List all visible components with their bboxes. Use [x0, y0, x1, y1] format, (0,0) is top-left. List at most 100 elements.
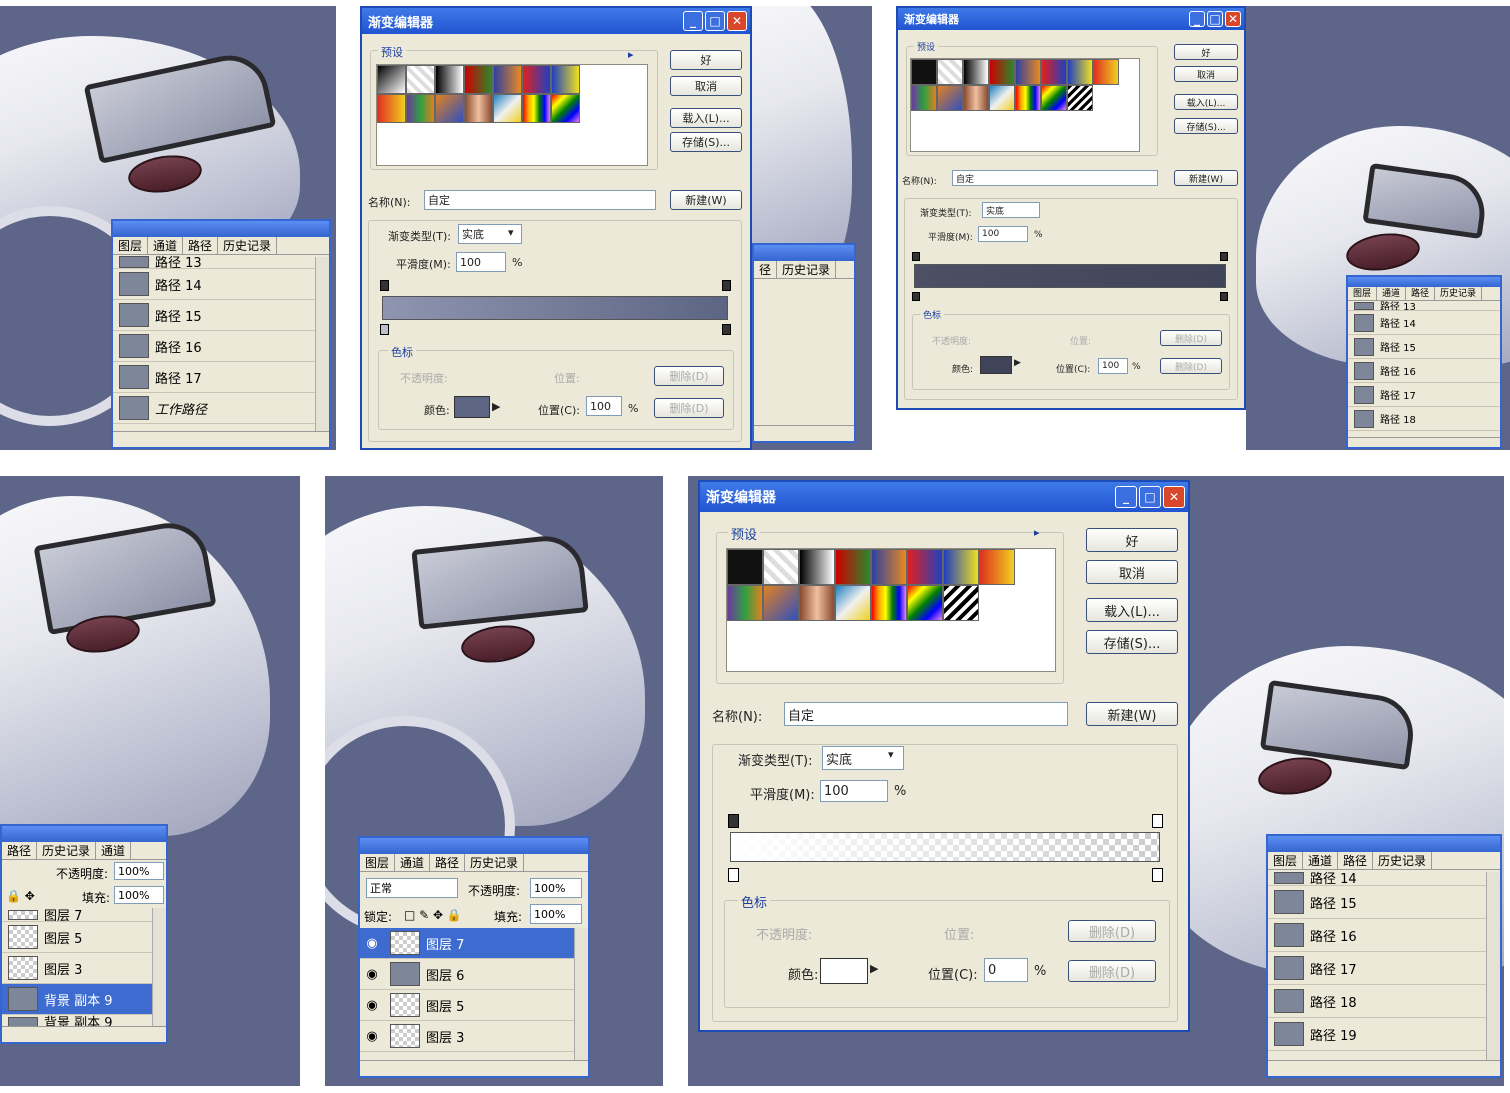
fill-input[interactable]: 100%	[114, 886, 164, 904]
layer-row[interactable]: ◉ 图层 3	[360, 1021, 576, 1052]
new-button[interactable]: 新建(W)	[1174, 170, 1238, 186]
new-button[interactable]: 新建(W)	[1086, 702, 1178, 726]
ok-button[interactable]: 好	[1174, 44, 1238, 60]
color-stop[interactable]	[722, 324, 731, 335]
triangle-right-icon[interactable]: ▶	[870, 962, 878, 975]
swatch[interactable]	[522, 94, 551, 123]
preset-menu-icon[interactable]: ▸	[628, 48, 634, 61]
color-stop[interactable]	[380, 324, 389, 335]
swatch[interactable]	[871, 585, 907, 621]
layer-row-selected[interactable]: 背景 副本 9	[2, 984, 156, 1015]
maximize-icon[interactable]: □	[705, 11, 725, 31]
load-button[interactable]: 载入(L)...	[1174, 94, 1238, 110]
close-icon[interactable]: ✕	[1225, 11, 1241, 27]
swatch[interactable]	[464, 94, 493, 123]
close-icon[interactable]: ✕	[727, 11, 747, 31]
new-button[interactable]: 新建(W)	[670, 190, 742, 210]
list-item[interactable]: 路径 15	[1268, 886, 1500, 919]
tab-history[interactable]: 历史记录	[218, 237, 278, 254]
scrollbar[interactable]	[315, 257, 329, 431]
swatch[interactable]	[377, 65, 406, 94]
name-input[interactable]: 自定	[784, 702, 1068, 726]
blend-mode-select[interactable]: 正常	[366, 878, 458, 898]
list-item[interactable]: 路径 13	[1348, 301, 1500, 311]
scrollbar[interactable]	[574, 928, 588, 1060]
maximize-icon[interactable]: □	[1139, 486, 1161, 508]
color-swatch[interactable]	[820, 958, 868, 984]
cancel-button[interactable]: 取消	[1174, 66, 1238, 82]
tab-paths[interactable]: 路径	[183, 237, 219, 254]
swatch[interactable]	[406, 65, 435, 94]
list-item[interactable]: 工作路径	[113, 393, 329, 424]
eye-icon[interactable]: ◉	[360, 998, 384, 1013]
list-item[interactable]: 路径 17	[1348, 383, 1500, 407]
layer-row[interactable]: 图层 3	[2, 953, 156, 984]
swatch[interactable]	[406, 94, 435, 123]
lock-icons[interactable]: □ ✎ ✥ 🔒	[404, 908, 462, 922]
position-input[interactable]: 0	[984, 958, 1028, 982]
list-item[interactable]: 路径 16	[113, 331, 329, 362]
swatch[interactable]	[907, 549, 943, 585]
opacity-stop[interactable]	[728, 814, 739, 828]
eye-icon[interactable]: ◉	[360, 967, 384, 982]
list-item[interactable]: 路径 18	[1348, 407, 1500, 431]
color-swatch[interactable]	[454, 396, 490, 418]
maximize-icon[interactable]: □	[1207, 11, 1223, 27]
swatch[interactable]	[835, 549, 871, 585]
swatch[interactable]	[727, 549, 763, 585]
list-item[interactable]: 路径 17	[1268, 952, 1500, 985]
load-button[interactable]: 载入(L)...	[670, 108, 742, 128]
minimize-icon[interactable]: _	[1189, 11, 1205, 27]
swatch[interactable]	[435, 94, 464, 123]
list-item[interactable]: 路径 15	[113, 300, 329, 331]
position-input[interactable]: 100	[586, 396, 622, 416]
chevron-down-icon[interactable]: ▾	[888, 748, 894, 761]
save-button[interactable]: 存储(S)...	[1174, 118, 1238, 134]
cancel-button[interactable]: 取消	[670, 76, 742, 96]
list-item[interactable]: 路径 14	[113, 269, 329, 300]
color-stop[interactable]	[1152, 868, 1163, 882]
opacity-input[interactable]: 100%	[530, 878, 582, 898]
color-swatch[interactable]	[980, 356, 1012, 374]
gradient-bar[interactable]	[382, 296, 728, 320]
list-item[interactable]: 路径 16	[1268, 919, 1500, 952]
triangle-right-icon[interactable]: ▶	[492, 400, 500, 413]
swatch[interactable]	[377, 94, 406, 123]
list-item[interactable]: 路径 15	[1348, 335, 1500, 359]
preset-swatches[interactable]	[726, 548, 1056, 672]
layer-row[interactable]: 图层 7	[2, 908, 156, 922]
opacity-stop[interactable]	[722, 280, 731, 291]
delete-button[interactable]: 删除(D)	[1068, 960, 1156, 982]
position-input[interactable]: 100	[1098, 358, 1128, 374]
smooth-input[interactable]: 100	[456, 252, 506, 272]
swatch[interactable]	[464, 65, 493, 94]
swatch[interactable]	[493, 65, 522, 94]
eye-icon[interactable]: ◉	[360, 936, 384, 951]
type-select[interactable]: 实底	[982, 202, 1040, 218]
smooth-input[interactable]: 100	[820, 780, 888, 802]
swatch[interactable]	[727, 585, 763, 621]
tab-channels[interactable]: 通道	[148, 237, 184, 254]
layer-row[interactable]: ◉ 图层 5	[360, 990, 576, 1021]
opacity-stop[interactable]	[1152, 814, 1163, 828]
title-bar[interactable]: 渐变编辑器 _ □ ✕	[362, 8, 750, 34]
swatch[interactable]	[493, 94, 522, 123]
chevron-down-icon[interactable]: ▾	[508, 226, 514, 239]
eye-icon[interactable]: ◉	[360, 1029, 384, 1044]
triangle-right-icon[interactable]: ▶	[1014, 358, 1021, 368]
list-item[interactable]: 路径 14	[1268, 870, 1500, 886]
ok-button[interactable]: 好	[1086, 528, 1178, 552]
delete-button[interactable]: 删除(D)	[654, 366, 724, 386]
swatch[interactable]	[551, 94, 580, 123]
swatch[interactable]	[763, 549, 799, 585]
swatch[interactable]	[943, 585, 979, 621]
list-item[interactable]: 路径 14	[1348, 311, 1500, 335]
layer-row[interactable]: 图层 5	[2, 922, 156, 953]
smooth-input[interactable]: 100	[978, 226, 1028, 242]
layer-row-selected[interactable]: ◉ 图层 7	[360, 928, 576, 959]
swatch[interactable]	[763, 585, 799, 621]
list-item[interactable]: 路径 13	[113, 255, 329, 269]
swatch[interactable]	[907, 585, 943, 621]
preset-swatches[interactable]	[910, 58, 1140, 152]
opacity-input[interactable]: 100%	[114, 862, 164, 880]
